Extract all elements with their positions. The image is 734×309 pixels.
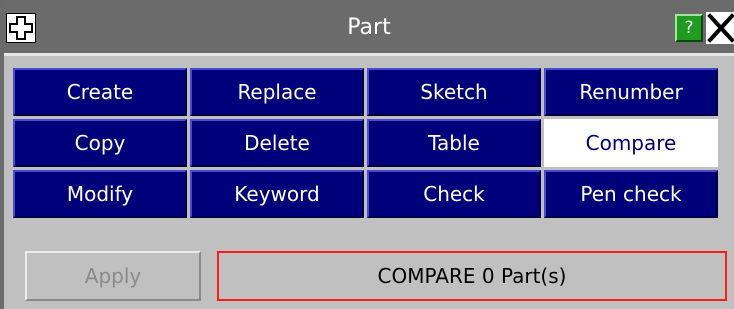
part-window: Part ? Create Replace Sketch Renumber Co…: [0, 0, 734, 309]
command-grid: Create Replace Sketch Renumber Copy Dele…: [13, 68, 718, 218]
delete-button[interactable]: Delete: [190, 119, 364, 167]
keyword-button[interactable]: Keyword: [190, 170, 364, 218]
compare-button[interactable]: Compare: [544, 119, 718, 167]
status-box: COMPARE 0 Part(s): [217, 251, 727, 301]
command-panel: Create Replace Sketch Renumber Copy Dele…: [13, 68, 724, 230]
renumber-button[interactable]: Renumber: [544, 68, 718, 116]
window-title: Part: [347, 15, 391, 40]
pen-check-button[interactable]: Pen check: [544, 170, 718, 218]
create-button[interactable]: Create: [13, 68, 187, 116]
title-bar[interactable]: Part ?: [4, 0, 734, 56]
apply-button[interactable]: Apply: [25, 251, 201, 301]
close-icon[interactable]: [706, 12, 734, 44]
help-icon[interactable]: ?: [675, 14, 703, 42]
sketch-button[interactable]: Sketch: [367, 68, 541, 116]
modify-button[interactable]: Modify: [13, 170, 187, 218]
table-button[interactable]: Table: [367, 119, 541, 167]
check-button[interactable]: Check: [367, 170, 541, 218]
replace-button[interactable]: Replace: [190, 68, 364, 116]
copy-button[interactable]: Copy: [13, 119, 187, 167]
